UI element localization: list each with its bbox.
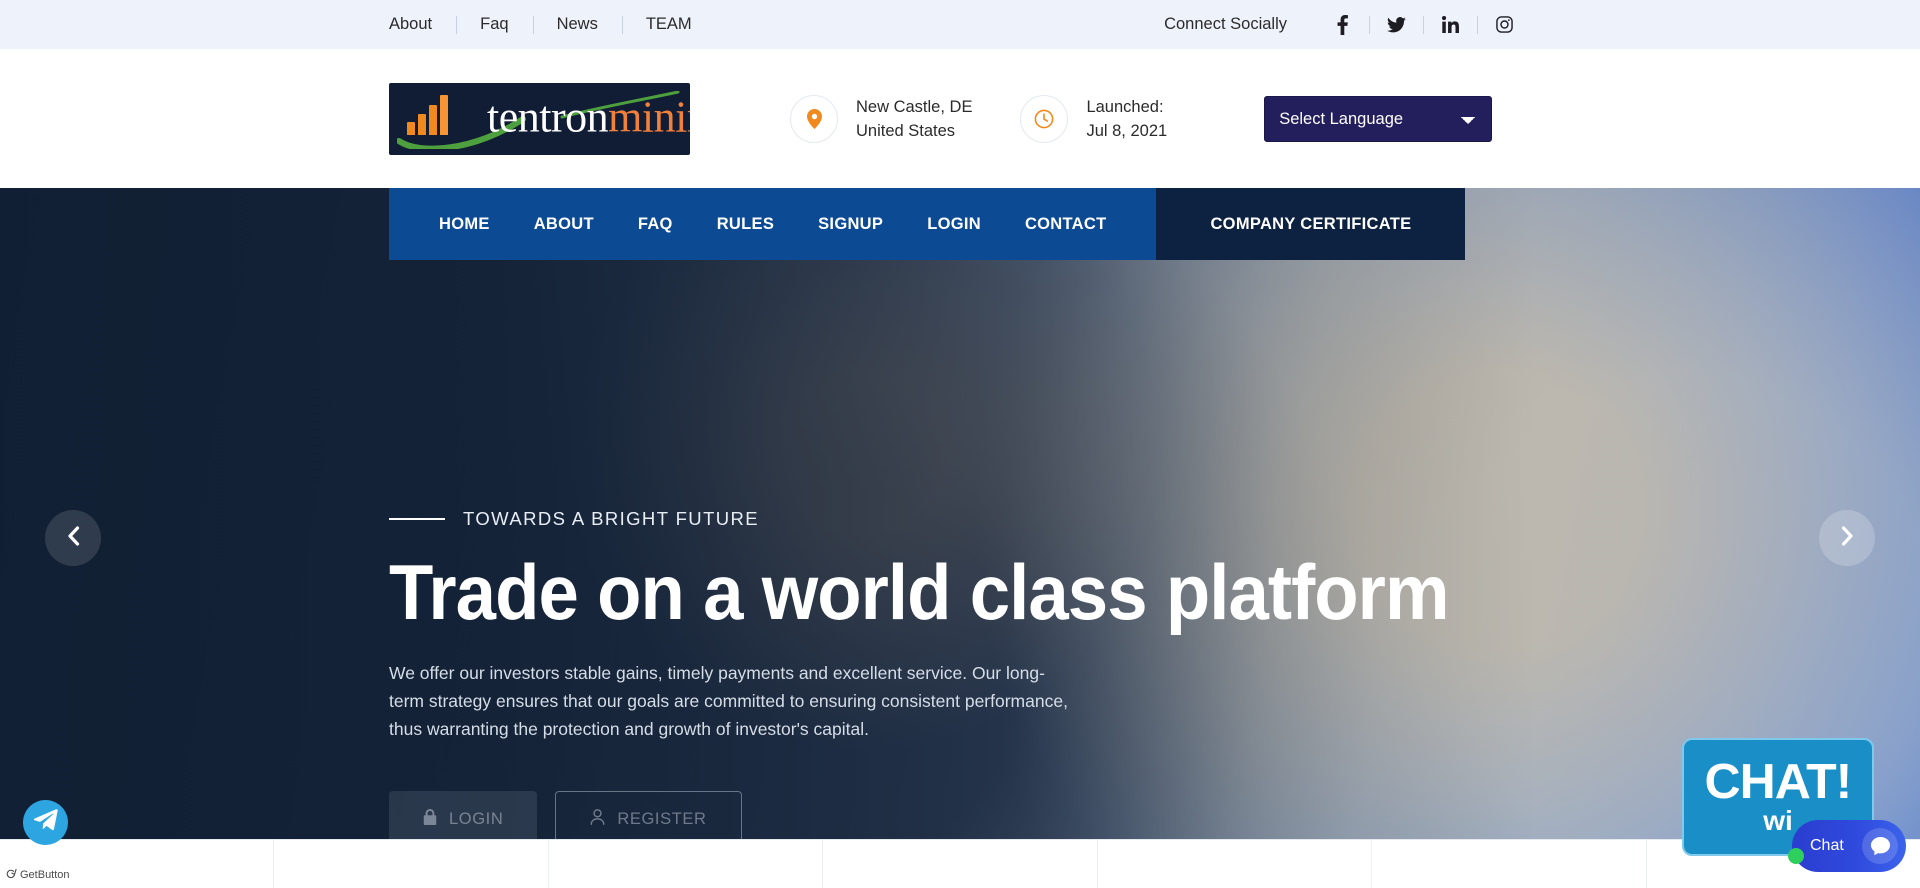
site-header: tentronmining New Castle, DE United Stat… xyxy=(0,49,1920,188)
eyebrow-rule xyxy=(389,518,445,520)
carousel-next-button[interactable] xyxy=(1819,510,1875,566)
social-links: Connect Socially xyxy=(1164,13,1531,37)
logo-bars-icon xyxy=(407,94,448,135)
nav-items: HOME ABOUT FAQ RULES SIGNUP LOGIN CONTAC… xyxy=(389,188,1157,260)
bottom-feature-strip xyxy=(0,839,1920,888)
topbar-link-faq[interactable]: Faq xyxy=(456,16,532,33)
chevron-right-icon xyxy=(1841,525,1854,551)
language-select[interactable]: Select Language xyxy=(1264,95,1493,142)
nav-item-faq[interactable]: FAQ xyxy=(616,188,695,260)
header-location-line2: United States xyxy=(856,121,956,140)
bottom-strip-cell xyxy=(1372,840,1647,888)
carousel-prev-button[interactable] xyxy=(45,510,101,566)
header-launched-line2: Jul 8, 2021 xyxy=(1086,121,1168,140)
nav-item-about[interactable]: ABOUT xyxy=(512,188,616,260)
logo-text-secondary: mining xyxy=(608,91,690,141)
hero-eyebrow-text: TOWARDS A BRIGHT FUTURE xyxy=(463,508,760,529)
lock-icon xyxy=(423,808,437,830)
chat-banner-line1: CHAT! xyxy=(1704,754,1853,809)
company-certificate-button[interactable]: COMPANY CERTIFICATE xyxy=(1156,188,1466,260)
nav-item-contact[interactable]: CONTACT xyxy=(1003,188,1129,260)
telegram-icon xyxy=(33,809,58,836)
logo-wordmark: tentronmining xyxy=(487,91,690,142)
bottom-strip-cell xyxy=(823,840,1098,888)
header-launched-line1: Launched: xyxy=(1086,97,1164,116)
header-location: New Castle, DE United States xyxy=(790,94,972,143)
getbutton-branding[interactable]: GetButton xyxy=(6,868,70,882)
bottom-strip-cell xyxy=(549,840,824,888)
hero-eyebrow: TOWARDS A BRIGHT FUTURE xyxy=(389,508,1539,530)
nav-item-rules[interactable]: RULES xyxy=(695,188,796,260)
nav-item-home[interactable]: HOME xyxy=(417,188,512,260)
linkedin-icon[interactable] xyxy=(1423,13,1477,37)
chevron-left-icon xyxy=(67,525,80,551)
facebook-icon[interactable] xyxy=(1315,13,1369,37)
getbutton-label: GetButton xyxy=(20,869,70,881)
hero-login-label: LOGIN xyxy=(449,809,504,828)
top-bar-links: About Faq News TEAM xyxy=(389,16,716,33)
main-navigation: HOME ABOUT FAQ RULES SIGNUP LOGIN CONTAC… xyxy=(0,188,1920,260)
chat-online-status-dot xyxy=(1788,848,1804,864)
twitter-icon[interactable] xyxy=(1369,13,1423,37)
user-icon xyxy=(590,808,605,830)
chat-banner-line2: wi xyxy=(1763,805,1793,837)
telegram-button[interactable] xyxy=(23,800,68,845)
topbar-link-about[interactable]: About xyxy=(389,16,456,33)
topbar-link-news[interactable]: News xyxy=(533,16,622,33)
bottom-strip-cell xyxy=(1098,840,1373,888)
map-pin-icon xyxy=(790,94,838,143)
hero-section: HOME ABOUT FAQ RULES SIGNUP LOGIN CONTAC… xyxy=(0,188,1920,888)
nav-item-signup[interactable]: SIGNUP xyxy=(796,188,905,260)
hero-content: TOWARDS A BRIGHT FUTURE Trade on a world… xyxy=(389,188,1539,848)
header-launched-text: Launched: Jul 8, 2021 xyxy=(1086,95,1167,143)
instagram-icon[interactable] xyxy=(1477,13,1531,37)
header-launched: Launched: Jul 8, 2021 xyxy=(1020,94,1167,143)
clock-icon xyxy=(1020,94,1069,143)
hero-register-label: REGISTER xyxy=(617,809,707,828)
header-location-text: New Castle, DE United States xyxy=(856,95,972,143)
header-location-line1: New Castle, DE xyxy=(856,97,973,116)
logo-text-primary: tentron xyxy=(487,91,609,141)
nav-item-login[interactable]: LOGIN xyxy=(905,188,1003,260)
hero-title: Trade on a world class platform xyxy=(389,548,1449,636)
header-meta-group: New Castle, DE United States Launched: J… xyxy=(790,94,1167,143)
topbar-link-team[interactable]: TEAM xyxy=(622,16,716,33)
bottom-strip-cell xyxy=(274,840,549,888)
chat-button[interactable]: Chat xyxy=(1788,820,1906,872)
connect-socially-label: Connect Socially xyxy=(1164,15,1287,33)
language-selector-wrap: Select Language xyxy=(1264,95,1493,142)
chat-bubble-icon xyxy=(1862,828,1898,864)
hero-paragraph: We offer our investors stable gains, tim… xyxy=(389,663,1068,740)
site-logo[interactable]: tentronmining xyxy=(389,82,690,155)
top-bar: About Faq News TEAM Connect Socially xyxy=(0,0,1920,49)
getbutton-icon xyxy=(6,868,17,882)
chat-button-label: Chat xyxy=(1810,837,1844,854)
